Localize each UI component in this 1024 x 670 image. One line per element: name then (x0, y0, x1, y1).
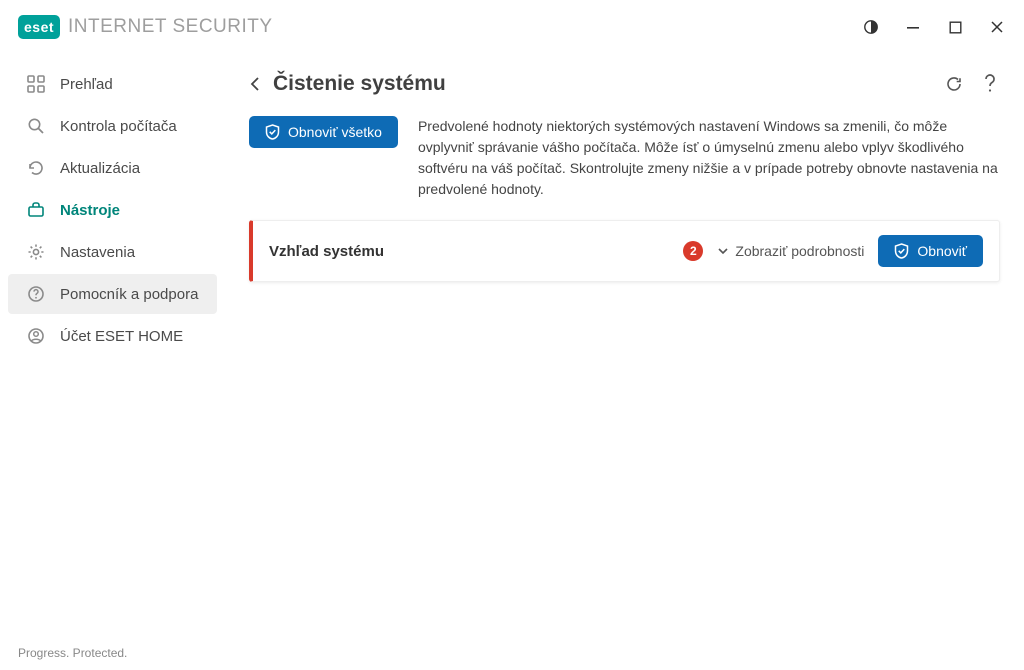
page-title: Čistenie systému (273, 72, 446, 96)
footer-tagline: Progress. Protected. (18, 646, 127, 660)
shield-icon (894, 243, 909, 259)
dashboard-icon (26, 74, 46, 94)
sidebar-item-account[interactable]: Účet ESET HOME (8, 316, 217, 356)
count-badge: 2 (683, 241, 703, 261)
sidebar-item-label: Kontrola počítača (60, 118, 177, 135)
system-appearance-card: Vzhľad systému 2 Zobraziť podrobnosti Ob… (249, 220, 1000, 282)
help-icon[interactable] (980, 74, 1000, 94)
sidebar-item-label: Účet ESET HOME (60, 328, 183, 345)
gear-icon (26, 242, 46, 262)
window-controls (862, 18, 1006, 36)
card-title: Vzhľad systému (269, 243, 384, 260)
restore-button[interactable]: Obnoviť (878, 235, 983, 267)
sidebar-item-label: Nastavenia (60, 244, 135, 261)
sidebar-item-label: Nástroje (60, 202, 120, 219)
back-button[interactable] (249, 76, 261, 92)
info-row: Obnoviť všetko Predvolené hodnoty niekto… (249, 116, 1000, 200)
logo-text: INTERNET SECURITY (68, 16, 273, 38)
search-icon (26, 116, 46, 136)
theme-toggle-icon[interactable] (862, 18, 880, 36)
sidebar-item-update[interactable]: Aktualizácia (8, 148, 217, 188)
help-circle-icon (26, 284, 46, 304)
titlebar: eset INTERNET SECURITY (0, 0, 1024, 52)
app-logo: eset INTERNET SECURITY (18, 15, 273, 39)
sidebar-item-label: Prehľad (60, 76, 113, 93)
show-details-link[interactable]: Zobraziť podrobnosti (717, 243, 864, 259)
main-content: Čistenie systému Obnoviť všetko Predvole… (225, 52, 1024, 640)
sidebar-item-label: Aktualizácia (60, 160, 140, 177)
shield-icon (265, 124, 280, 140)
minimize-button[interactable] (904, 18, 922, 36)
maximize-button[interactable] (946, 18, 964, 36)
sidebar: Prehľad Kontrola počítača Aktualizácia N… (0, 52, 225, 640)
logo-badge: eset (18, 15, 60, 39)
sidebar-item-overview[interactable]: Prehľad (8, 64, 217, 104)
page-header: Čistenie systému (249, 72, 1000, 96)
refresh-icon (26, 158, 46, 178)
sidebar-item-scan[interactable]: Kontrola počítača (8, 106, 217, 146)
info-text: Predvolené hodnoty niektorých systémovýc… (418, 116, 1000, 200)
user-circle-icon (26, 326, 46, 346)
sidebar-item-settings[interactable]: Nastavenia (8, 232, 217, 272)
chevron-down-icon (717, 245, 729, 257)
sidebar-item-tools[interactable]: Nástroje (8, 190, 217, 230)
sidebar-item-help[interactable]: Pomocník a podpora (8, 274, 217, 314)
toolbox-icon (26, 200, 46, 220)
sidebar-item-label: Pomocník a podpora (60, 286, 198, 303)
close-button[interactable] (988, 18, 1006, 36)
reload-icon[interactable] (944, 74, 964, 94)
restore-all-button[interactable]: Obnoviť všetko (249, 116, 398, 148)
